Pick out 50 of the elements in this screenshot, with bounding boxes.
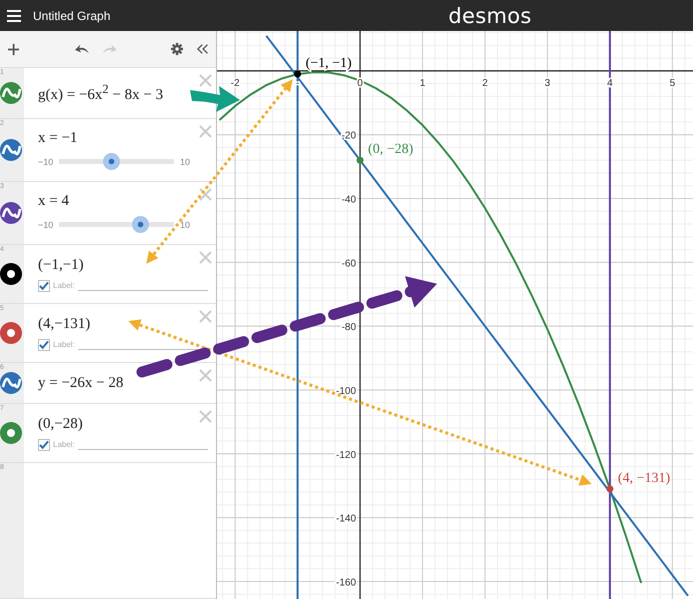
expression-text[interactable]: (4,−131) xyxy=(38,316,190,332)
expression-text[interactable]: g(x) = −6x$^{2}$ − 8x − 3 xyxy=(38,82,190,104)
undo-icon[interactable] xyxy=(75,43,91,55)
label-caption: Label: xyxy=(53,281,75,290)
y-tick-label: -160 xyxy=(336,577,356,588)
add-icon[interactable] xyxy=(8,42,20,56)
label-caption: Label: xyxy=(53,440,75,449)
slider-thumb[interactable] xyxy=(102,153,120,170)
x-tick-label: 2 xyxy=(482,78,488,89)
y-tick-label: -100 xyxy=(336,386,356,397)
y-tick-label: -120 xyxy=(336,450,356,461)
point-icon[interactable] xyxy=(0,263,22,285)
expression-text[interactable]: y = −26x − 28 xyxy=(38,374,190,392)
x-tick-label: -2 xyxy=(230,78,240,89)
point-label: (0, −28) xyxy=(368,142,414,158)
wave-icon[interactable] xyxy=(0,202,22,224)
wave-icon[interactable] xyxy=(0,82,22,104)
label-checkbox[interactable] xyxy=(38,280,50,292)
pointer-arrow xyxy=(190,86,240,112)
graph-title[interactable]: Untitled Graph xyxy=(33,8,110,22)
x-tick-label: - xyxy=(296,78,300,89)
graph-point[interactable] xyxy=(294,70,302,78)
collapse-icon[interactable] xyxy=(196,43,208,55)
label-checkbox[interactable] xyxy=(38,438,50,450)
slider-max: 10 xyxy=(180,156,190,166)
y-tick-label: -20 xyxy=(342,130,356,142)
slider-min: −10 xyxy=(38,156,54,166)
y-tick-label: -60 xyxy=(342,258,356,270)
slider-min: −10 xyxy=(38,220,54,230)
x-tick-label: 1 xyxy=(420,78,426,89)
label-caption: Label: xyxy=(53,340,75,349)
expression-text[interactable]: (−1,−1) xyxy=(38,256,190,274)
point-label: (4, −131) xyxy=(618,470,670,486)
y-tick-label: -40 xyxy=(342,194,356,206)
expression-text[interactable]: (0,−28) xyxy=(38,416,190,432)
expression-text[interactable]: x = 4 xyxy=(38,193,190,210)
label-checkbox[interactable] xyxy=(38,338,50,350)
x-tick-label: 3 xyxy=(544,78,550,89)
wave-icon[interactable] xyxy=(0,139,22,161)
expression-text[interactable]: x = −1 xyxy=(38,130,190,147)
x-tick-label: 5 xyxy=(670,78,676,89)
y-tick-label: -140 xyxy=(336,514,356,525)
settings-icon[interactable] xyxy=(170,42,183,56)
logo-text: desmos xyxy=(448,4,532,28)
slider-max: 10 xyxy=(180,220,190,230)
y-tick-label: -80 xyxy=(342,322,356,334)
menu-icon[interactable] xyxy=(7,10,21,22)
wave-icon[interactable] xyxy=(0,372,22,394)
slider-thumb[interactable] xyxy=(132,216,149,233)
point-label: (−1, −1) xyxy=(306,56,352,72)
